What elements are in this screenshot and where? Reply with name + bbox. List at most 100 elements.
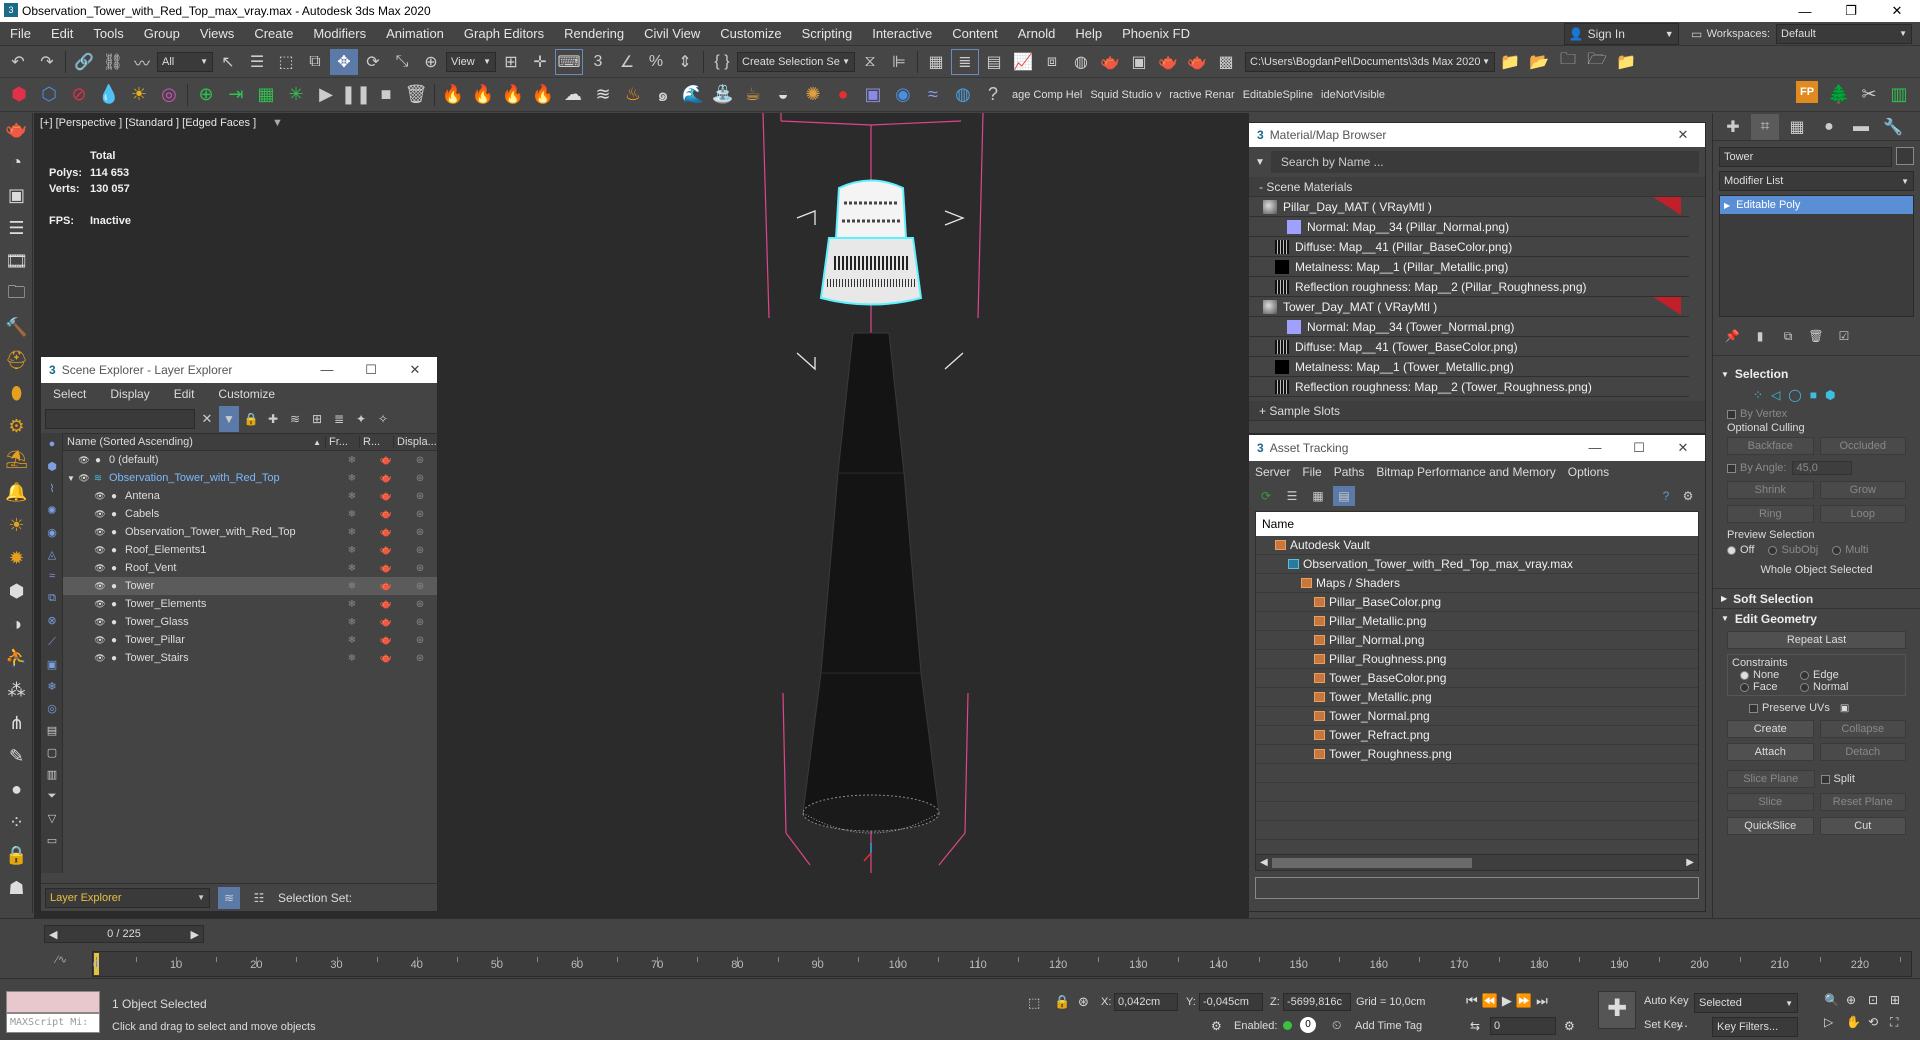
- pin-stack-icon[interactable]: 📌: [1723, 323, 1741, 349]
- asset-list-header[interactable]: Name: [1256, 512, 1698, 536]
- sphere-icon[interactable]: ⬡: [34, 81, 64, 109]
- collapse-button[interactable]: Collapse: [1819, 720, 1906, 738]
- se-menu-customize[interactable]: Customize: [206, 387, 287, 401]
- visibility-eye-icon[interactable]: 👁: [93, 563, 107, 574]
- visibility-eye-icon[interactable]: 👁: [93, 635, 107, 646]
- configure-sets-icon[interactable]: ☑: [1835, 323, 1853, 349]
- chart-icon[interactable]: ▥: [1884, 81, 1914, 109]
- snaps-toggle-icon[interactable]: 3: [584, 49, 612, 75]
- render-activeshade-icon[interactable]: ▩: [1212, 49, 1240, 75]
- swirl-icon[interactable]: ๑: [648, 81, 678, 109]
- se-tree-row[interactable]: 👁 ● Roof_Vent ❄ 🫖 ⊛: [63, 559, 437, 577]
- se-tree-row[interactable]: 👁 ● Observation_Tower_with_Red_Top ❄ 🫖 ⊛: [63, 523, 437, 541]
- render-icon[interactable]: 🫖: [369, 545, 403, 556]
- selection-filter-dropdown[interactable]: All ▼: [157, 51, 213, 72]
- grow-button[interactable]: Grow: [1819, 481, 1906, 499]
- map-row[interactable]: Reflection roughness: Map__2 (Pillar_Rou…: [1249, 277, 1689, 297]
- se-tree-row[interactable]: 👁 ● Antena ❄ 🫖 ⊛: [63, 487, 437, 505]
- layer-add-icon[interactable]: ⊞: [307, 406, 327, 432]
- freeze-icon[interactable]: ❄: [335, 581, 369, 592]
- grid-icon[interactable]: ▦: [251, 81, 281, 109]
- render-icon[interactable]: 🫖: [369, 491, 403, 502]
- se-tree-row[interactable]: 👁 ● Roof_Elements1 ❄ 🫖 ⊛: [63, 541, 437, 559]
- layers-icon[interactable]: ≋: [285, 406, 305, 432]
- se-search-input[interactable]: [45, 409, 195, 429]
- scene-materials-header[interactable]: - Scene Materials: [1249, 177, 1705, 197]
- funnel-icon[interactable]: ▽: [41, 807, 63, 829]
- close-icon[interactable]: ✕: [393, 362, 437, 378]
- visibility-eye-icon[interactable]: 👁: [93, 491, 107, 502]
- sun-icon[interactable]: ☀: [124, 81, 154, 109]
- help-icon[interactable]: ?: [978, 81, 1008, 109]
- render-icon[interactable]: 🫖: [369, 455, 403, 466]
- material-editor-icon[interactable]: ◍: [1067, 49, 1095, 75]
- slice-plane-button[interactable]: Slice Plane: [1727, 770, 1815, 788]
- display-icon[interactable]: ⊛: [403, 563, 437, 574]
- se-menu-select[interactable]: Select: [41, 387, 98, 401]
- display-icon[interactable]: ⊛: [403, 545, 437, 556]
- wind-icon[interactable]: ≋: [588, 81, 618, 109]
- bowl-icon[interactable]: ◒: [768, 81, 798, 109]
- display-icon[interactable]: ⊛: [403, 509, 437, 520]
- maximize-viewport-icon[interactable]: ⛶: [1890, 1015, 1912, 1030]
- list-view-icon[interactable]: ☰: [1281, 486, 1303, 506]
- mirror-icon[interactable]: ⧖: [856, 49, 884, 75]
- preview-subobj-radio[interactable]: SubObj: [1768, 544, 1818, 556]
- splash-icon[interactable]: ⛲: [708, 81, 738, 109]
- folder-icon[interactable]: 🗀: [0, 278, 33, 311]
- cube-icon[interactable]: ⬢: [0, 575, 33, 608]
- camera-orbit-icon[interactable]: ◔: [0, 146, 33, 179]
- remove-modifier-icon[interactable]: 🗑: [1807, 323, 1825, 349]
- asset-row[interactable]: Tower_Normal.png: [1256, 707, 1698, 726]
- next-key-icon[interactable]: ⏩: [1516, 993, 1532, 1009]
- toggle-ribbon-icon[interactable]: ▤: [980, 49, 1008, 75]
- modifier-list-dropdown[interactable]: Modifier List ▼: [1719, 171, 1914, 191]
- flame-icon[interactable]: ♨: [618, 81, 648, 109]
- select-move-icon[interactable]: ✥: [330, 48, 358, 75]
- expand-layer-icon[interactable]: ▼: [65, 474, 77, 483]
- hat-icon[interactable]: ⛑: [0, 344, 33, 377]
- asset-row[interactable]: Autodesk Vault: [1256, 536, 1698, 555]
- frozen-filter-icon[interactable]: ❄: [41, 675, 63, 697]
- object-name-field[interactable]: Tower: [1719, 147, 1892, 167]
- lock-icon[interactable]: 🔒: [241, 406, 261, 432]
- occluded-button[interactable]: Occluded: [1819, 437, 1906, 455]
- menu-edit[interactable]: Edit: [41, 26, 83, 41]
- select-manipulate-icon[interactable]: ✛: [526, 49, 554, 75]
- redo-icon[interactable]: ↷: [33, 49, 61, 75]
- browser-options-icon[interactable]: ▼: [1249, 157, 1265, 168]
- map-row[interactable]: Metalness: Map__1 (Tower_Metallic.png): [1249, 357, 1689, 377]
- maximize-icon[interactable]: ☐: [349, 362, 393, 378]
- visibility-eye-icon[interactable]: 👁: [93, 509, 107, 520]
- hide-not-visible-button[interactable]: ideNotVisible: [1317, 89, 1389, 101]
- scene-explorer-icon[interactable]: ☷: [248, 887, 270, 909]
- angle-spinner[interactable]: 45,0: [1792, 461, 1853, 475]
- select-scale-icon[interactable]: ⤡: [388, 49, 416, 75]
- ocean-icon[interactable]: ≈: [918, 81, 948, 109]
- ball-icon[interactable]: ●: [0, 773, 33, 806]
- map-row[interactable]: Normal: Map__34 (Tower_Normal.png): [1249, 317, 1689, 337]
- edit-geometry-rollout-header[interactable]: ▼ Edit Geometry: [1713, 608, 1920, 628]
- ghost-icon[interactable]: ☗: [0, 872, 33, 905]
- shrink-button[interactable]: Shrink: [1727, 481, 1814, 499]
- freeze-icon[interactable]: ❄: [335, 563, 369, 574]
- asset-tracking-titlebar[interactable]: 3 Asset Tracking — ☐ ✕: [1249, 435, 1705, 461]
- se-menu-edit[interactable]: Edit: [162, 387, 207, 401]
- fov-icon[interactable]: ▷: [1824, 1015, 1846, 1030]
- window-crossing-icon[interactable]: ⧉: [301, 49, 329, 75]
- viewport-icon[interactable]: ▣: [0, 179, 33, 212]
- reference-coordinate-dropdown[interactable]: View ▼: [446, 51, 496, 72]
- refresh-icon[interactable]: ⟳: [1255, 486, 1277, 506]
- se-tree-row[interactable]: 👁 ● Tower ❄ 🫖 ⊛: [63, 577, 437, 595]
- cut-button[interactable]: Cut: [1819, 817, 1906, 835]
- warp-filter-icon[interactable]: ≈: [41, 565, 63, 587]
- map-row[interactable]: Metalness: Map__1 (Pillar_Metallic.png): [1249, 257, 1689, 277]
- group-filter-icon[interactable]: ⧉: [41, 587, 63, 609]
- filter-icon[interactable]: ▼: [219, 406, 239, 432]
- dome-icon[interactable]: ◎: [154, 81, 184, 109]
- constraint-normal-radio[interactable]: Normal: [1800, 681, 1848, 693]
- box-icon[interactable]: ⬢: [4, 81, 34, 109]
- at-menu-server[interactable]: Server: [1249, 465, 1296, 479]
- menu-views[interactable]: Views: [190, 26, 244, 41]
- preserve-uvs-checkbox[interactable]: [1749, 703, 1758, 713]
